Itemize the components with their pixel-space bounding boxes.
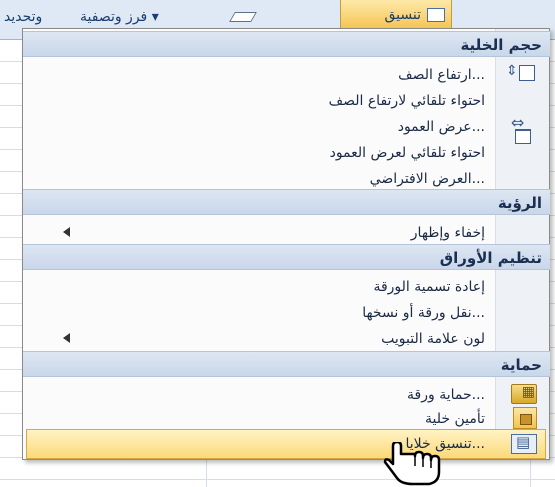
format-button[interactable]: تنسيق (340, 0, 452, 30)
hand-cursor-icon (383, 442, 441, 486)
column-width-icon (507, 113, 537, 144)
menu-item-label: نقل ورقة أو نسخها... (362, 305, 485, 321)
menu-item-hide-unhide[interactable]: إخفاء وإظهار (23, 219, 495, 247)
menu-item-rename-sheet[interactable]: إعادة تسمية الورقة (23, 273, 495, 301)
find-select-button[interactable]: وتحديد (4, 6, 42, 28)
menu-item-move-copy-sheet[interactable]: نقل ورقة أو نسخها... (23, 299, 495, 327)
sort-filter-button[interactable]: فرز وتصفية ▾ (80, 6, 159, 28)
menu-item-tab-color[interactable]: لون علامة التبويب (23, 325, 495, 353)
format-button-label: تنسيق (384, 7, 421, 23)
menu-item-format-cells[interactable]: تنسيق خلايا... (26, 429, 546, 459)
menu-item-label: عرض العمود... (397, 119, 485, 135)
menu-item-label: احتواء تلقائي لارتفاع الصف (328, 93, 485, 109)
menu-item-label: احتواء تلقائي لعرض العمود (329, 145, 485, 161)
section-header-cell-size: حجم الخلية (23, 31, 550, 57)
lock-icon (513, 407, 537, 429)
menu-item-label: حماية ورقة... (407, 387, 485, 403)
section-header-organize-sheets: تنظيم الأوراق (23, 244, 550, 270)
format-cells-icon (511, 433, 537, 454)
format-icon (427, 8, 445, 22)
submenu-arrow-icon (63, 227, 70, 237)
menu-item-row-height[interactable]: ارتفاع الصف... (23, 61, 495, 89)
menu-item-label: إخفاء وإظهار (410, 225, 485, 241)
section-title: تنظيم الأوراق (439, 249, 542, 267)
section-header-visibility: الرؤية (23, 189, 550, 215)
row-height-icon (506, 63, 535, 81)
section-title: حجم الخلية (460, 36, 542, 54)
menu-item-label: إعادة تسمية الورقة (373, 279, 485, 295)
section-title: الرؤية (497, 194, 542, 212)
menu-item-autofit-row-height[interactable]: احتواء تلقائي لارتفاع الصف (23, 87, 495, 115)
menu-item-label: تأمين خلية (424, 411, 485, 427)
menu-item-autofit-column-width[interactable]: احتواء تلقائي لعرض العمود (23, 139, 495, 167)
menu-item-label: لون علامة التبويب (381, 331, 485, 347)
protect-sheet-icon (511, 384, 537, 404)
menu-item-label: ارتفاع الصف... (398, 67, 485, 83)
clear-button[interactable] (229, 6, 272, 28)
section-title: حماية (500, 356, 542, 374)
menu-item-label: العرض الافتراضي... (369, 171, 485, 187)
section-header-protection: حماية (23, 351, 550, 377)
eraser-icon (229, 12, 257, 22)
menu-item-column-width[interactable]: عرض العمود... (23, 113, 495, 141)
submenu-arrow-icon (63, 333, 70, 343)
format-dropdown-menu: حجم الخلية ارتفاع الصف... احتواء تلقائي … (22, 28, 550, 460)
